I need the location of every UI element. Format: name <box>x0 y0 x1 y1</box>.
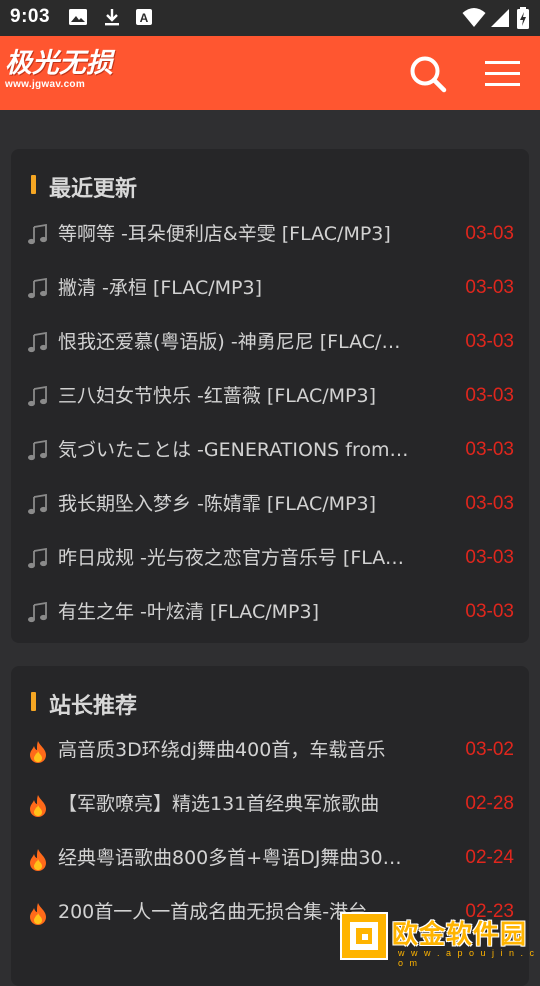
music-note-icon <box>27 439 49 462</box>
svg-text:A: A <box>140 11 149 25</box>
download-icon <box>105 9 119 26</box>
site-logo[interactable]: 极光无损 www.jgwav.com <box>5 48 113 91</box>
list-item[interactable]: 高音质3D环绕dj舞曲400首，车载音乐 03-02 <box>11 723 529 777</box>
item-title[interactable]: 经典粤语歌曲800多首+粤语DJ舞曲300首 <box>58 845 410 871</box>
item-date: 02-28 <box>465 793 514 814</box>
item-date: 03-03 <box>465 223 514 244</box>
status-time: 9:03 <box>10 6 51 27</box>
item-date: 03-03 <box>465 439 514 460</box>
list-item[interactable]: 三八妇女节快乐 -红蔷薇 [FLAC/MP3] 03-03 <box>11 369 529 423</box>
item-date: 02-24 <box>465 847 514 868</box>
item-date: 03-03 <box>465 493 514 514</box>
watermark-icon <box>340 912 388 960</box>
list-item[interactable]: 気づいたことは -GENERATIONS from EXILE TRIBE 03-… <box>11 423 529 477</box>
item-date: 03-03 <box>465 277 514 298</box>
music-note-icon <box>27 493 49 516</box>
item-date: 03-03 <box>465 385 514 406</box>
logo-text: 极光无损 <box>5 48 113 79</box>
title-accent-bar <box>31 175 36 194</box>
logo-url: www.jgwav.com <box>5 79 86 90</box>
item-date: 03-03 <box>465 331 514 352</box>
fire-icon <box>27 902 49 925</box>
list-item[interactable]: 【军歌嘹亮】精选131首经典军旅歌曲 02-28 <box>11 777 529 831</box>
item-title[interactable]: 等啊等 -耳朵便利店&辛雯 [FLAC/MP3] <box>58 221 410 247</box>
search-icon[interactable] <box>408 54 448 94</box>
watermark-text: 欧金软件园 <box>392 920 528 950</box>
item-title[interactable]: 高音质3D环绕dj舞曲400首，车载音乐 <box>58 737 410 763</box>
music-note-icon <box>27 223 49 246</box>
list-item[interactable]: 经典粤语歌曲800多首+粤语DJ舞曲300首 02-24 <box>11 831 529 885</box>
list-item[interactable]: 恨我还爱慕(粤语版) -神勇尼尼 [FLAC/MP3] 03-03 <box>11 315 529 369</box>
item-title[interactable]: 我长期坠入梦乡 -陈婧霏 [FLAC/MP3] <box>58 491 410 517</box>
item-title[interactable]: 撇清 -承桓 [FLAC/MP3] <box>58 275 410 301</box>
item-title[interactable]: 【军歌嘹亮】精选131首经典军旅歌曲 <box>58 791 410 817</box>
recommend-title: 站长推荐 <box>49 694 138 719</box>
list-item[interactable]: 等啊等 -耳朵便利店&辛雯 [FLAC/MP3] 03-03 <box>11 207 529 261</box>
recent-title: 最近更新 <box>49 177 138 202</box>
item-date: 03-02 <box>465 739 514 760</box>
item-title[interactable]: 有生之年 -叶炫清 [FLAC/MP3] <box>58 599 410 625</box>
image-icon <box>69 9 87 25</box>
music-note-icon <box>27 277 49 300</box>
list-item[interactable]: 我长期坠入梦乡 -陈婧霏 [FLAC/MP3] 03-03 <box>11 477 529 531</box>
fire-icon <box>27 794 49 817</box>
status-bar: 9:03 A <box>0 0 540 36</box>
fire-icon <box>27 848 49 871</box>
list-item[interactable]: 撇清 -承桓 [FLAC/MP3] 03-03 <box>11 261 529 315</box>
music-note-icon <box>27 331 49 354</box>
item-title[interactable]: 三八妇女节快乐 -红蔷薇 [FLAC/MP3] <box>58 383 410 409</box>
item-date: 03-03 <box>465 547 514 568</box>
wifi-icon <box>462 8 486 27</box>
app-bar: 极光无损 www.jgwav.com <box>0 36 540 110</box>
battery-icon <box>517 7 529 29</box>
list-item[interactable]: 昨日成规 -光与夜之恋官方音乐号 [FLAC/MP3] 03-03 <box>11 531 529 585</box>
item-title[interactable]: 昨日成规 -光与夜之恋官方音乐号 [FLAC/MP3] <box>58 545 410 571</box>
item-title[interactable]: 恨我还爱慕(粤语版) -神勇尼尼 [FLAC/MP3] <box>58 329 410 355</box>
fire-icon <box>27 740 49 763</box>
list-item[interactable]: 有生之年 -叶炫清 [FLAC/MP3] 03-03 <box>11 585 529 639</box>
music-note-icon <box>27 547 49 570</box>
title-accent-bar <box>31 692 36 711</box>
watermark-logo: 欧金软件园 w w w . a p o u j i n . c o m <box>340 912 540 968</box>
watermark-url: w w w . a p o u j i n . c o m <box>398 948 537 968</box>
signal-icon <box>491 9 509 27</box>
music-note-icon <box>27 385 49 408</box>
a-letter-icon: A <box>136 9 152 25</box>
menu-icon[interactable] <box>485 60 521 88</box>
music-note-icon <box>27 601 49 624</box>
item-title[interactable]: 気づいたことは -GENERATIONS from EXILE TRIBE <box>58 437 410 463</box>
item-date: 03-03 <box>465 601 514 622</box>
